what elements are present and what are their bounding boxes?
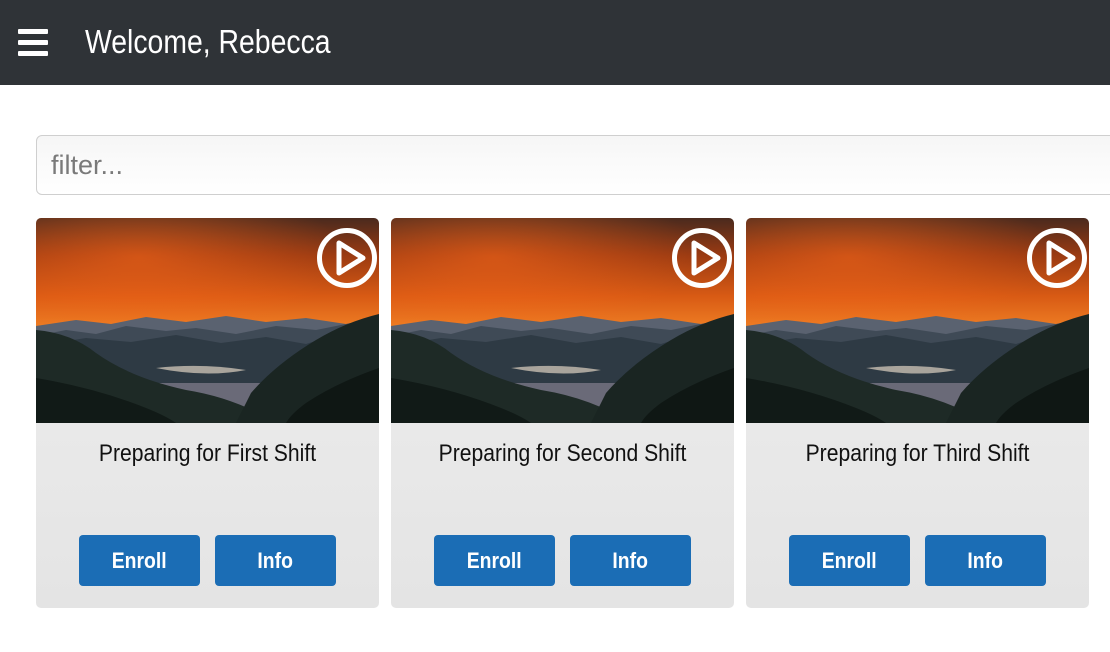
info-button[interactable]: Info: [925, 535, 1046, 586]
play-icon[interactable]: [316, 227, 378, 289]
filter-input[interactable]: [36, 135, 1110, 195]
course-title: Preparing for First Shift: [98, 440, 317, 467]
course-thumbnail[interactable]: [746, 218, 1089, 423]
page-title: Welcome, Rebecca: [85, 23, 331, 60]
course-card: Preparing for First Shift Enroll Info: [36, 218, 379, 608]
info-button[interactable]: Info: [215, 535, 336, 586]
play-icon[interactable]: [1026, 227, 1088, 289]
course-thumbnail[interactable]: [391, 218, 734, 423]
course-thumbnail[interactable]: [36, 218, 379, 423]
course-title: Preparing for Second Shift: [438, 440, 687, 467]
top-bar: Welcome, Rebecca: [0, 0, 1110, 85]
enroll-button[interactable]: Enroll: [789, 535, 910, 586]
enroll-button[interactable]: Enroll: [79, 535, 200, 586]
course-card: Preparing for Third Shift Enroll Info: [746, 218, 1089, 608]
course-title: Preparing for Third Shift: [805, 440, 1030, 467]
hamburger-menu-icon[interactable]: [18, 29, 48, 56]
enroll-button[interactable]: Enroll: [434, 535, 555, 586]
play-icon[interactable]: [671, 227, 733, 289]
course-card: Preparing for Second Shift Enroll Info: [391, 218, 734, 608]
info-button[interactable]: Info: [570, 535, 691, 586]
